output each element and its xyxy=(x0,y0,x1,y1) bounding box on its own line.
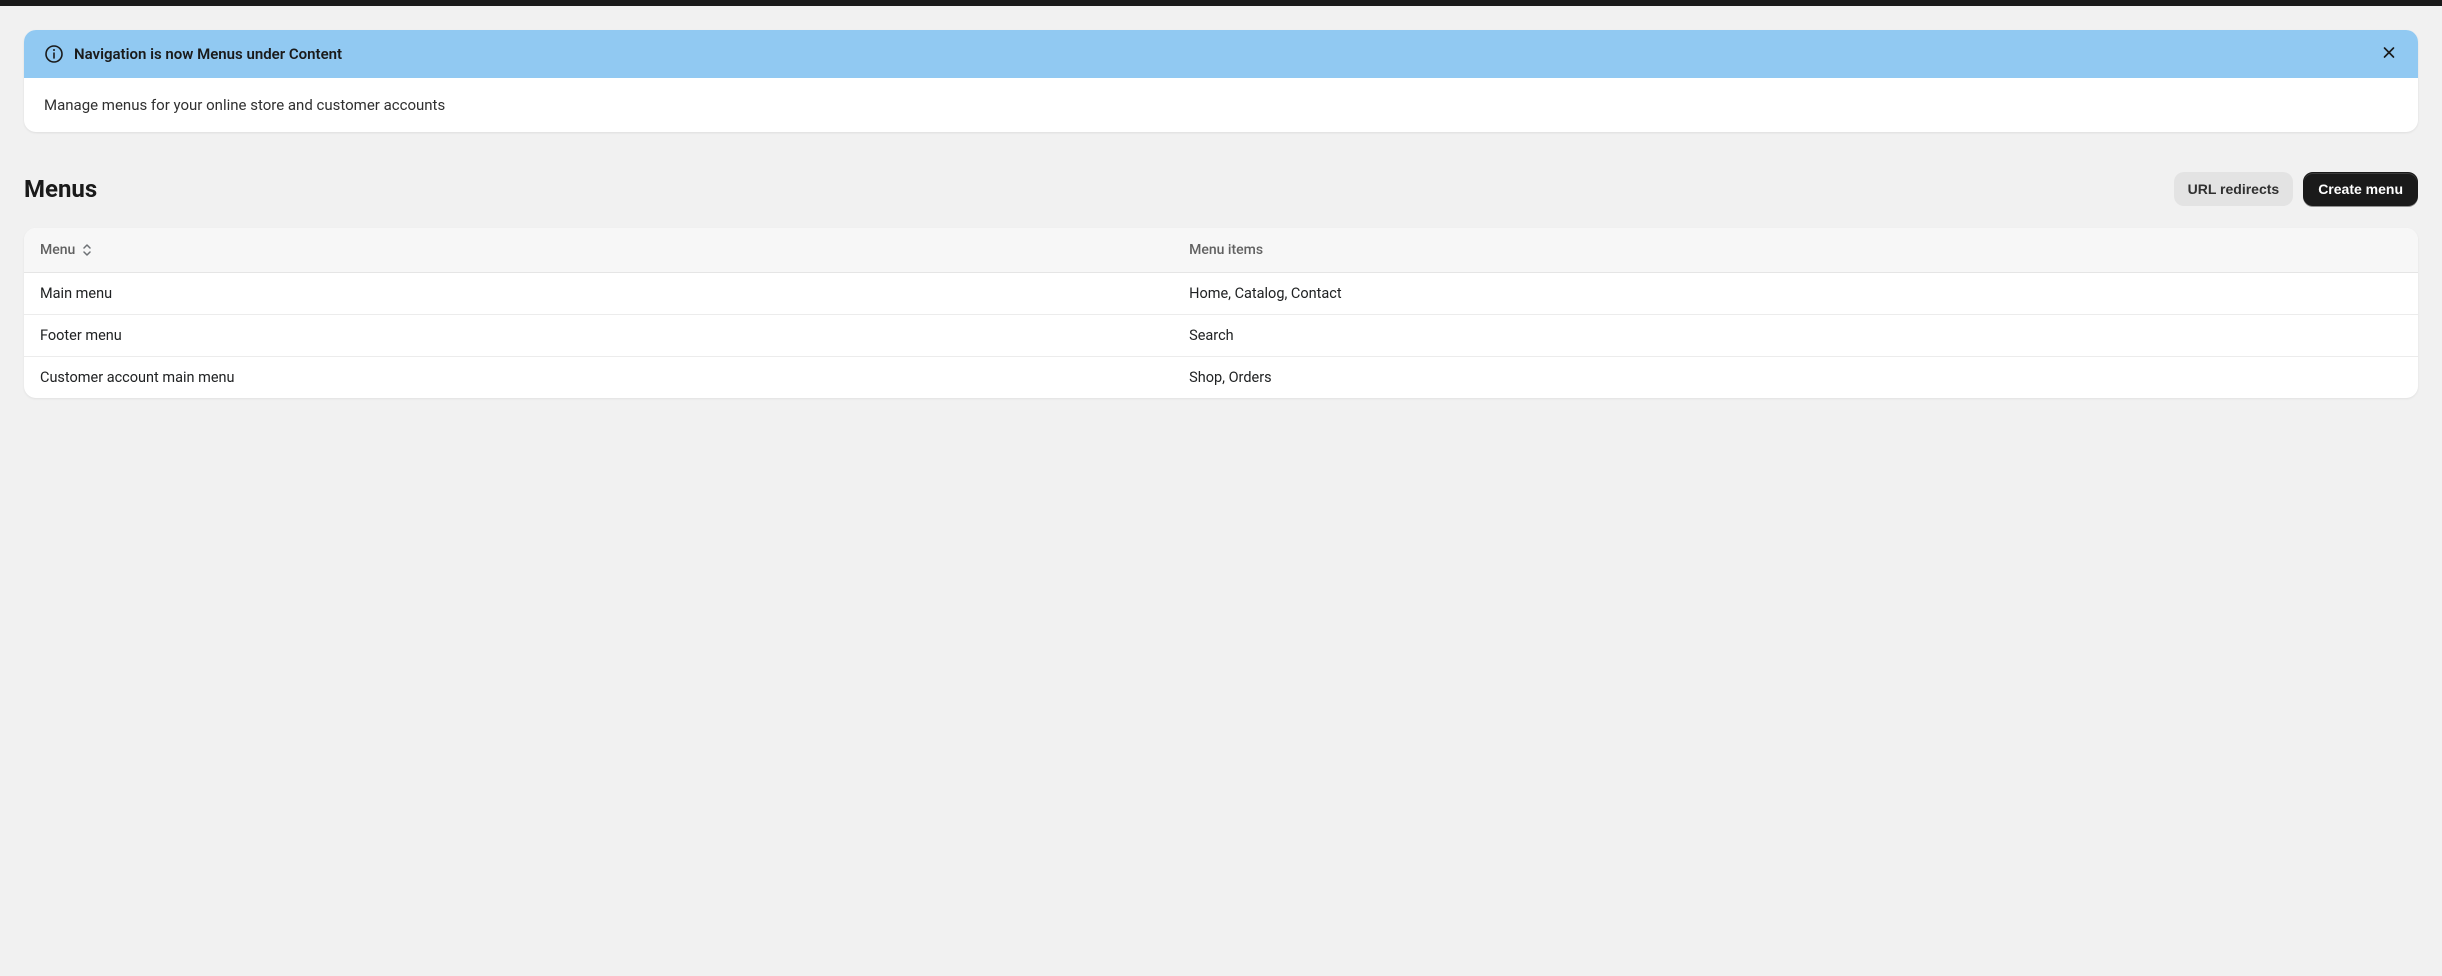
table-row[interactable]: Footer menu Search xyxy=(24,315,2418,357)
info-icon xyxy=(44,44,64,64)
column-label-menu: Menu xyxy=(40,242,75,258)
create-menu-button[interactable]: Create menu xyxy=(2303,172,2418,206)
menu-items-cell: Home, Catalog, Contact xyxy=(1173,273,2418,315)
table-row[interactable]: Main menu Home, Catalog, Contact xyxy=(24,273,2418,315)
page-container: Navigation is now Menus under Content Ma… xyxy=(0,6,2442,422)
banner-title: Navigation is now Menus under Content xyxy=(74,45,342,63)
close-icon xyxy=(2380,44,2398,65)
menu-name-cell: Footer menu xyxy=(24,315,1173,357)
page-header: Menus URL redirects Create menu xyxy=(24,172,2418,206)
column-label-menu-items: Menu items xyxy=(1189,242,1263,258)
table-header-menu-items: Menu items xyxy=(1173,228,2418,273)
info-banner: Navigation is now Menus under Content Ma… xyxy=(24,30,2418,132)
menus-table: Menu Menu items xyxy=(24,228,2418,398)
menu-items-cell: Search xyxy=(1173,315,2418,357)
table-header-menu[interactable]: Menu xyxy=(24,228,1173,273)
menu-name-cell: Customer account main menu xyxy=(24,357,1173,399)
menu-name-cell: Main menu xyxy=(24,273,1173,315)
url-redirects-button[interactable]: URL redirects xyxy=(2174,172,2294,206)
table-row[interactable]: Customer account main menu Shop, Orders xyxy=(24,357,2418,399)
page-actions: URL redirects Create menu xyxy=(2174,172,2418,206)
menus-table-card: Menu Menu items xyxy=(24,228,2418,398)
sort-icon xyxy=(81,243,93,257)
banner-body: Manage menus for your online store and c… xyxy=(24,78,2418,132)
banner-close-button[interactable] xyxy=(2374,38,2404,71)
page-title: Menus xyxy=(24,175,97,203)
menu-items-cell: Shop, Orders xyxy=(1173,357,2418,399)
banner-header: Navigation is now Menus under Content xyxy=(24,30,2418,78)
